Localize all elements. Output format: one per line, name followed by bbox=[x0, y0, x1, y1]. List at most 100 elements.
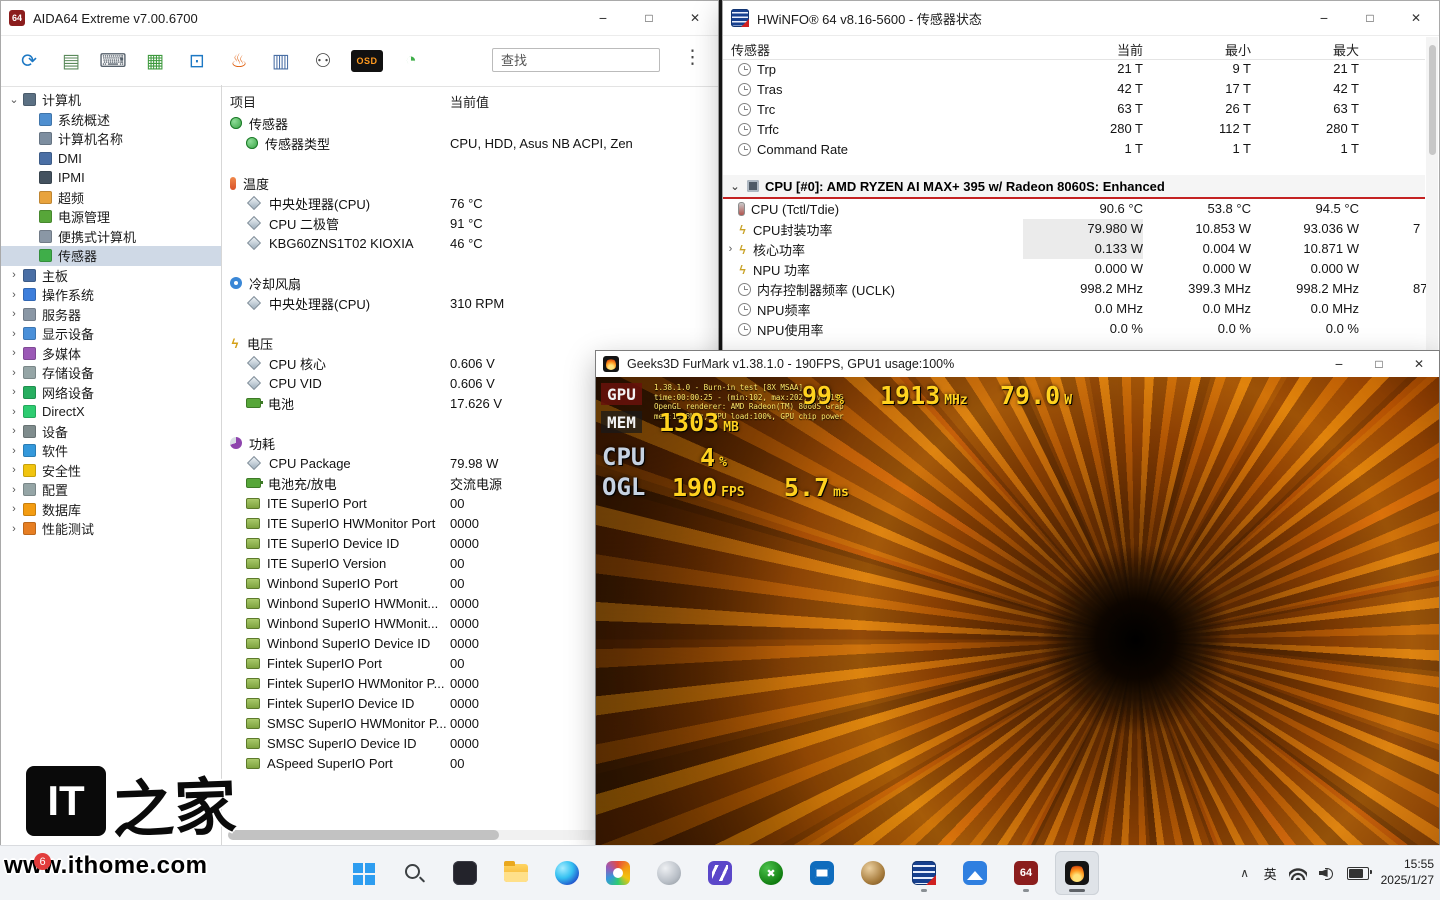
tree-item[interactable]: › 多媒体 bbox=[1, 344, 221, 364]
search-input[interactable] bbox=[492, 48, 660, 72]
tree-item[interactable]: › 软件 bbox=[1, 441, 221, 461]
chevron-right-icon[interactable]: › bbox=[7, 406, 21, 418]
users-icon[interactable]: ⚇ bbox=[309, 47, 337, 75]
tree-item[interactable]: › 主板 bbox=[1, 266, 221, 286]
furmark-titlebar[interactable]: Geeks3D FurMark v1.38.1.0 - 190FPS, GPU1… bbox=[596, 351, 1439, 378]
schedule-icon[interactable]: ▥ bbox=[267, 47, 295, 75]
close-button[interactable] bbox=[1393, 1, 1439, 35]
sensor-row[interactable]: 冷却风扇 bbox=[222, 273, 718, 293]
sensor-row[interactable]: 传感器 bbox=[222, 113, 718, 133]
tree-item[interactable]: › 显示设备 bbox=[1, 324, 221, 344]
taskbar-button-explorer[interactable] bbox=[494, 851, 538, 895]
devices-icon[interactable]: ⌨ bbox=[99, 47, 127, 75]
taskbar-button-app-blue[interactable] bbox=[953, 851, 997, 895]
minimize-button[interactable] bbox=[1301, 1, 1347, 35]
taskbar-button-copilot[interactable] bbox=[647, 851, 691, 895]
chevron-right-icon[interactable]: › bbox=[7, 269, 21, 281]
sensor-row[interactable]: CPU 二极管 91 °C bbox=[222, 213, 718, 233]
chevron-right-icon[interactable]: › bbox=[7, 308, 21, 320]
tree-item[interactable]: ⌄ 计算机 bbox=[1, 90, 221, 110]
tree-item[interactable]: › 性能测试 bbox=[1, 519, 221, 539]
refresh-icon[interactable]: ⟳ bbox=[15, 47, 43, 75]
taskbar-button-app-bronze[interactable] bbox=[851, 851, 895, 895]
chevron-right-icon[interactable]: › bbox=[7, 347, 21, 359]
tree-item[interactable]: 系统概述 bbox=[1, 110, 221, 130]
tree-item[interactable]: › 设备 bbox=[1, 422, 221, 442]
chevron-right-icon[interactable]: › bbox=[7, 445, 21, 457]
display-icon[interactable]: ⊡ bbox=[183, 47, 211, 75]
menu-kebab-icon[interactable]: ⋮ bbox=[683, 46, 702, 69]
chevron-right-icon[interactable]: › bbox=[7, 484, 21, 496]
tree-item[interactable]: IPMI bbox=[1, 168, 221, 188]
battery-icon[interactable] bbox=[1347, 867, 1369, 880]
tree-item[interactable]: › 安全性 bbox=[1, 461, 221, 481]
minimize-button[interactable] bbox=[580, 1, 626, 35]
clock[interactable]: 15:55 2025/1/27 bbox=[1381, 857, 1434, 888]
hwinfo-row[interactable]: Trp 21 T 9 T 21 T bbox=[723, 59, 1425, 79]
report-icon[interactable]: ▤ bbox=[57, 47, 85, 75]
taskbar-button-app-purple[interactable] bbox=[698, 851, 742, 895]
sensor-section-header[interactable]: ⌄ CPU [#0]: AMD RYZEN AI MAX+ 395 w/ Rad… bbox=[723, 175, 1425, 199]
chevron-right-icon[interactable]: › bbox=[7, 289, 21, 301]
hwinfo-row[interactable]: Tras 42 T 17 T 42 T bbox=[723, 79, 1425, 99]
close-button[interactable] bbox=[1399, 351, 1439, 377]
tree-item[interactable]: › 操作系统 bbox=[1, 285, 221, 305]
hwinfo-row[interactable]: Trfc 280 T 112 T 280 T bbox=[723, 119, 1425, 139]
taskbar-button-search[interactable] bbox=[392, 851, 436, 895]
minimize-button[interactable] bbox=[1319, 351, 1359, 377]
sensor-row[interactable]: 中央处理器(CPU) 310 RPM bbox=[222, 293, 718, 313]
memory-icon[interactable]: ▦ bbox=[141, 47, 169, 75]
hwinfo-row[interactable]: CPU封装功率 79.980 W 10.853 W 93.036 W 7 bbox=[723, 219, 1425, 239]
taskbar-button-outlook[interactable] bbox=[800, 851, 844, 895]
chevron-down-icon[interactable]: ⌄ bbox=[7, 93, 21, 106]
taskbar-button-photos[interactable] bbox=[596, 851, 640, 895]
tree-item[interactable]: 电源管理 bbox=[1, 207, 221, 227]
chevron-right-icon[interactable]: › bbox=[7, 328, 21, 340]
tree-item[interactable]: › 网络设备 bbox=[1, 383, 221, 403]
tree-item[interactable]: › DirectX bbox=[1, 402, 221, 422]
maximize-button[interactable] bbox=[1359, 351, 1399, 377]
tree-item[interactable]: 计算机名称 bbox=[1, 129, 221, 149]
hwinfo-titlebar[interactable]: HWiNFO® 64 v8.16-5600 - 传感器状态 bbox=[723, 1, 1439, 36]
chevron-right-icon[interactable]: › bbox=[7, 367, 21, 379]
taskbar-button-aida64[interactable]: 64 bbox=[1004, 851, 1048, 895]
taskbar-button-hwinfo[interactable] bbox=[902, 851, 946, 895]
taskbar-button-app-dark[interactable] bbox=[443, 851, 487, 895]
tree-item[interactable]: 便携式计算机 bbox=[1, 227, 221, 247]
scrollbar-thumb[interactable] bbox=[228, 830, 499, 840]
hwinfo-row[interactable]: Command Rate 1 T 1 T 1 T bbox=[723, 139, 1425, 159]
tree-item[interactable]: › 数据库 bbox=[1, 500, 221, 520]
hwinfo-row[interactable]: 内存控制器频率 (UCLK) 998.2 MHz 399.3 MHz 998.2… bbox=[723, 279, 1425, 299]
osd-button[interactable]: OSD bbox=[351, 50, 383, 72]
tree-item[interactable]: › 存储设备 bbox=[1, 363, 221, 383]
tree-item[interactable]: › 服务器 bbox=[1, 305, 221, 325]
hwinfo-row[interactable]: NPU使用率 0.0 % 0.0 % 0.0 % bbox=[723, 319, 1425, 339]
hwinfo-row[interactable]: › 核心功率 0.133 W 0.004 W 10.871 W bbox=[723, 239, 1425, 259]
chevron-right-icon[interactable]: › bbox=[7, 425, 21, 437]
chevron-right-icon[interactable]: › bbox=[7, 464, 21, 476]
sensor-row[interactable]: 中央处理器(CPU) 76 °C bbox=[222, 193, 718, 213]
maximize-button[interactable] bbox=[1347, 1, 1393, 35]
taskbar-button-xbox[interactable] bbox=[749, 851, 793, 895]
taskbar-button-start[interactable] bbox=[341, 851, 385, 895]
hwinfo-row[interactable]: CPU (Tctl/Tdie) 90.6 °C 53.8 °C 94.5 °C bbox=[723, 199, 1425, 219]
close-button[interactable] bbox=[672, 1, 718, 35]
taskbar-button-edge[interactable] bbox=[545, 851, 589, 895]
wifi-icon[interactable] bbox=[1289, 867, 1307, 880]
chevron-down-icon[interactable]: ⌄ bbox=[729, 180, 741, 193]
chevron-right-icon[interactable]: › bbox=[7, 503, 21, 515]
volume-icon[interactable] bbox=[1319, 866, 1335, 880]
hwinfo-row[interactable]: NPU频率 0.0 MHz 0.0 MHz 0.0 MHz bbox=[723, 299, 1425, 319]
taskbar-button-furmark[interactable] bbox=[1055, 851, 1099, 895]
chevron-right-icon[interactable]: › bbox=[7, 386, 21, 398]
input-language-indicator[interactable]: 英 bbox=[1264, 864, 1277, 883]
sensor-row[interactable]: 温度 bbox=[222, 173, 718, 193]
tree-item[interactable]: › 配置 bbox=[1, 480, 221, 500]
chevron-right-icon[interactable]: › bbox=[723, 243, 738, 255]
hwinfo-row[interactable]: NPU 功率 0.000 W 0.000 W 0.000 W bbox=[723, 259, 1425, 279]
scrollbar-thumb[interactable] bbox=[1429, 45, 1436, 155]
maximize-button[interactable] bbox=[626, 1, 672, 35]
aida64-titlebar[interactable]: AIDA64 Extreme v7.00.6700 bbox=[1, 1, 718, 36]
sensor-row[interactable]: KBG60ZNS1T02 KIOXIA 46 °C bbox=[222, 233, 718, 253]
tree-item[interactable]: 超频 bbox=[1, 188, 221, 208]
